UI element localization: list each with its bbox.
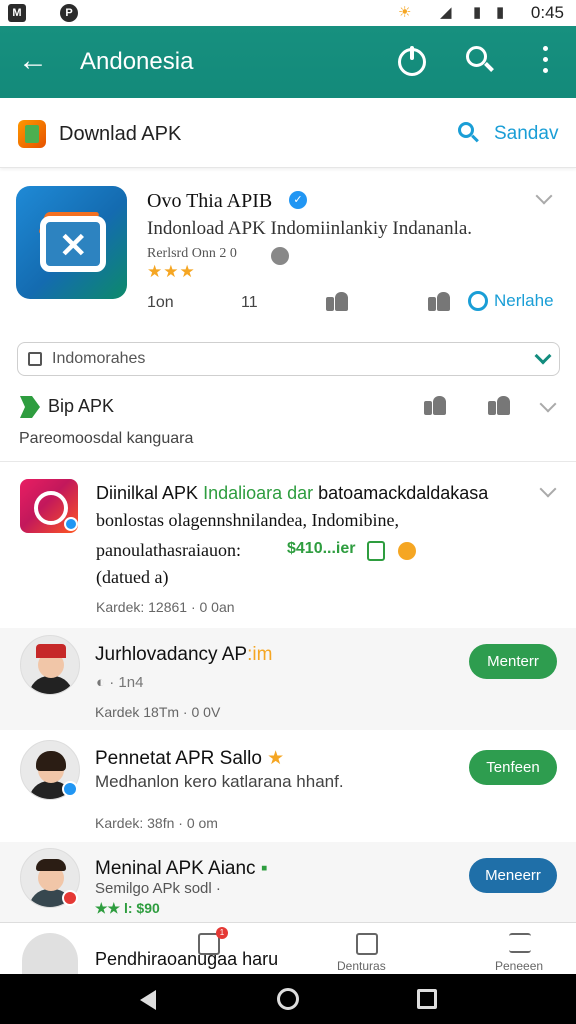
section-title: Bip APK: [48, 396, 115, 416]
bottom-nav-text: Pendhiraoanugaa haru: [95, 949, 279, 969]
header-title: Downlad APK: [59, 123, 182, 145]
list-item[interactable]: Meninal APK Aianc ▪ Semilgo APk sodl · ★…: [0, 842, 576, 922]
list-item[interactable]: Diinilkal APK Indalioara dar batoamackda…: [0, 463, 576, 628]
list-item[interactable]: Jurhlovadancy AP:im ◐ · 1n4 Kardek 18Tm …: [0, 628, 576, 730]
post-line: Diinilkal APK Indalioara dar batoamackda…: [96, 483, 489, 503]
user-sub: ◐ · 1n4: [96, 674, 144, 691]
user-meta: ★★ l: $90: [95, 900, 160, 916]
back-arrow-icon[interactable]: ←: [18, 44, 48, 78]
power-icon[interactable]: [398, 46, 426, 76]
user-sub: Semilgo APk sodl ·: [95, 880, 221, 897]
post-meta: Kardek: 12861 · 0 0an: [96, 599, 235, 615]
share-icon[interactable]: [428, 290, 452, 312]
tab-label[interactable]: Peneeen: [495, 959, 543, 973]
signal-icon: ▮: [473, 4, 482, 21]
user-meta: Kardek 18Tm · 0 0V: [95, 704, 221, 720]
app-icon[interactable]: [16, 186, 127, 299]
back-icon[interactable]: [140, 990, 156, 1010]
notification-badge: 1: [216, 927, 228, 939]
wifi-icon: ◢: [440, 4, 452, 21]
review-count: 11: [241, 294, 258, 311]
post-line: bonlostas olagennshnilandea, Indomibine,: [96, 510, 399, 530]
avatar: [20, 635, 80, 695]
section-subtitle: Pareomoosdal kanguara: [19, 430, 194, 447]
follow-button[interactable]: Tenfeen: [469, 750, 557, 785]
calendar-icon: [28, 352, 42, 366]
chevron-down-icon[interactable]: [534, 347, 552, 365]
download-count: 1on: [147, 294, 174, 311]
user-name: Meninal APK Aianc ▪: [95, 858, 268, 879]
page-title: Andonesia: [80, 48, 194, 75]
avatar[interactable]: [22, 933, 78, 975]
status-bar: M P ☀ ◢ ▮ ▮ 0:45: [0, 0, 576, 26]
coin-icon: [398, 542, 416, 560]
filter-dropdown[interactable]: Indomorahes: [17, 342, 560, 376]
chevron-down-icon[interactable]: [539, 395, 557, 413]
info-icon: [271, 247, 289, 265]
notification-icon: P: [60, 4, 78, 22]
user-sub: Medhanlon kero katlarana hhanf.: [95, 772, 344, 791]
post-line: (datued a): [96, 567, 169, 587]
rating-stars: ★★★: [147, 262, 196, 281]
tab-icon[interactable]: [356, 933, 378, 955]
list-item[interactable]: Pennetat APR Sallo ★ Medhanlon kero katl…: [0, 731, 576, 841]
verified-badge-icon: [64, 517, 78, 531]
tab-label[interactable]: Denturas: [337, 959, 386, 973]
user-meta: Kardek: 38fn · 0 om: [95, 815, 218, 831]
clock: 0:45: [530, 3, 564, 22]
notification-icon: M: [8, 4, 26, 22]
recents-icon[interactable]: [417, 989, 437, 1009]
menu-icon[interactable]: [509, 933, 531, 953]
section-header: Bip APK Pareomoosdal kanguara: [0, 384, 576, 462]
app-meta: Rerlsrd Onn 2 0: [147, 246, 237, 261]
follow-icon[interactable]: [468, 291, 488, 311]
app-name: Ovo Thia APIB: [147, 190, 273, 212]
price-text: $410...ier: [287, 540, 356, 557]
featured-app-card[interactable]: Ovo Thia APIB ✓ Indonload APK Indomiinla…: [0, 170, 576, 330]
follow-button[interactable]: Menterr: [469, 644, 557, 679]
share-icon[interactable]: [488, 394, 512, 416]
more-options-icon[interactable]: [540, 46, 550, 78]
chevron-down-icon[interactable]: [539, 480, 557, 498]
chevron-down-icon[interactable]: [535, 187, 553, 205]
search-icon[interactable]: [466, 46, 496, 76]
app-description: Indonload APK Indomiinlankiy Indananla.: [147, 218, 473, 239]
follow-button[interactable]: Meneerr: [469, 858, 557, 893]
sun-icon: ☀: [398, 4, 412, 21]
app-logo-icon: [18, 120, 46, 148]
verified-badge-icon: [62, 781, 78, 797]
search-icon[interactable]: [458, 122, 480, 144]
follow-link[interactable]: Nerlahe: [494, 291, 554, 311]
user-name: Pennetat APR Sallo ★: [95, 748, 285, 769]
reply-icon: ◐: [96, 674, 106, 691]
home-button-icon[interactable]: [277, 988, 299, 1010]
like-icon[interactable]: [326, 290, 350, 312]
bottom-nav: Pendhiraoanugaa haru 1 Denturas Peneeen: [0, 922, 576, 975]
user-name: Jurhlovadancy AP:im: [95, 644, 273, 665]
bip-logo-icon: [20, 396, 40, 418]
search-link[interactable]: Sandav: [494, 123, 558, 145]
filter-placeholder: Indomorahes: [52, 350, 146, 367]
system-nav-bar: [0, 974, 576, 1024]
battery-icon: ▮: [496, 4, 505, 21]
app-bar: ← Andonesia: [0, 26, 576, 98]
like-icon[interactable]: [424, 394, 448, 416]
sub-header: Downlad APK Sandav: [0, 98, 576, 168]
post-line: panoulathasraiauon:: [96, 540, 241, 560]
badge-icon: [62, 890, 78, 906]
calculator-icon: [367, 541, 385, 561]
verified-icon: ✓: [289, 191, 307, 209]
